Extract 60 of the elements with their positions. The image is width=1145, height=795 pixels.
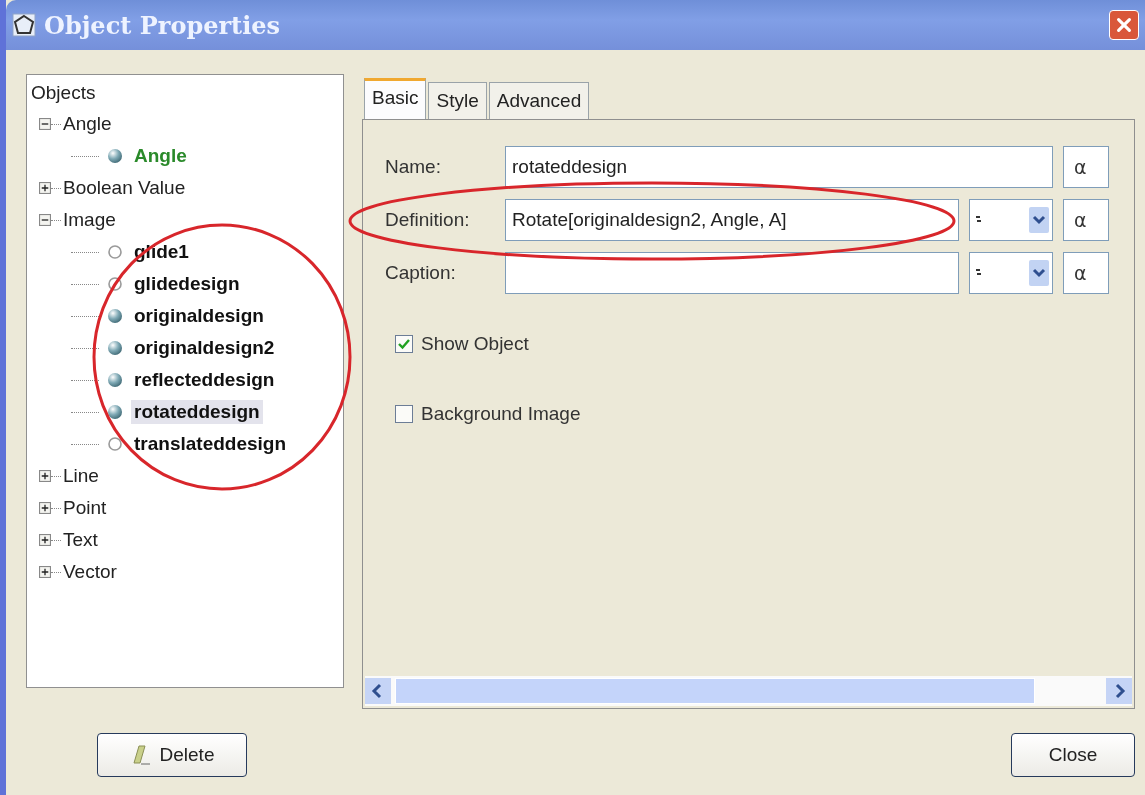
close-icon[interactable] <box>1115 16 1133 34</box>
checkbox[interactable] <box>395 335 413 353</box>
expand-icon[interactable] <box>39 502 51 514</box>
ring-icon[interactable] <box>107 276 123 292</box>
checkbox-label[interactable]: Background Image <box>421 403 581 425</box>
dropdown[interactable] <box>969 252 1053 294</box>
polygon-icon <box>12 13 36 37</box>
close-button[interactable] <box>1109 10 1139 40</box>
tree-item[interactable]: glidedesign <box>131 272 243 296</box>
tree-root[interactable]: Objects <box>31 78 339 108</box>
scroll-left-icon[interactable] <box>365 678 391 704</box>
symbol-button[interactable]: α <box>1063 252 1109 294</box>
close-dialog-button[interactable]: Close <box>1011 733 1135 777</box>
tree-group[interactable]: Angle <box>63 113 112 135</box>
text-field[interactable] <box>505 252 959 294</box>
expand-icon[interactable] <box>39 534 51 546</box>
collapse-icon[interactable] <box>39 118 51 130</box>
dropdown[interactable] <box>969 199 1053 241</box>
tree-item[interactable]: originaldesign2 <box>131 336 278 360</box>
tab[interactable]: Style <box>428 82 487 119</box>
tree-item[interactable]: Angle <box>131 144 190 168</box>
tree-group[interactable]: Text <box>63 529 98 551</box>
symbol-button[interactable]: α <box>1063 199 1109 241</box>
ring-icon[interactable] <box>107 244 123 260</box>
tree-item[interactable]: reflecteddesign <box>131 368 278 392</box>
sphere-icon[interactable] <box>107 308 123 324</box>
text-field[interactable]: Rotate[originaldesign2, Angle, A] <box>505 199 959 241</box>
field-label: Caption: <box>385 262 457 284</box>
delete-button[interactable]: Delete <box>97 733 247 777</box>
symbol-button[interactable]: α <box>1063 146 1109 188</box>
sphere-icon[interactable] <box>107 372 123 388</box>
ring-icon[interactable] <box>107 436 123 452</box>
field-label: Definition: <box>385 209 471 231</box>
text-field[interactable]: rotateddesign <box>505 146 1053 188</box>
format-icon <box>976 269 982 277</box>
scroll-thumb[interactable] <box>395 678 1035 704</box>
tree-item[interactable]: translateddesign <box>131 432 290 456</box>
sphere-icon[interactable] <box>107 404 123 420</box>
tree-item[interactable]: rotateddesign <box>131 400 263 424</box>
tab[interactable]: Basic <box>364 78 427 119</box>
checkbox-label[interactable]: Show Object <box>421 333 529 355</box>
checkbox[interactable] <box>395 405 413 423</box>
tree-group[interactable]: Boolean Value <box>63 177 186 199</box>
tree-group[interactable]: Line <box>63 465 99 487</box>
expand-icon[interactable] <box>39 470 51 482</box>
tree-group[interactable]: Point <box>63 497 107 519</box>
horizontal-scrollbar[interactable] <box>365 676 1132 706</box>
format-icon <box>976 216 982 224</box>
tab[interactable]: Advanced <box>488 82 590 119</box>
sphere-icon[interactable] <box>107 148 123 164</box>
field-label: Name: <box>385 156 442 178</box>
expand-icon[interactable] <box>39 566 51 578</box>
tree-item[interactable]: originaldesign <box>131 304 267 328</box>
collapse-icon[interactable] <box>39 214 51 226</box>
sphere-icon[interactable] <box>107 340 123 356</box>
tree-group[interactable]: Vector <box>63 561 117 583</box>
scroll-right-icon[interactable] <box>1106 678 1132 704</box>
tree-group[interactable]: Image <box>63 209 116 231</box>
expand-icon[interactable] <box>39 182 51 194</box>
window-title: Object Properties <box>44 10 282 40</box>
